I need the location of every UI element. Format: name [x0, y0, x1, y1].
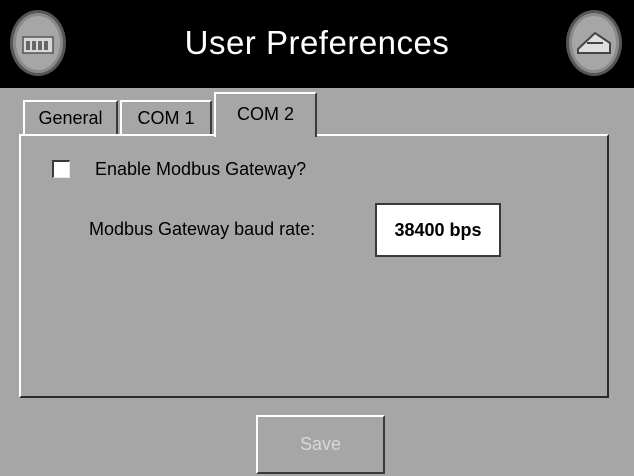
tab-label: General [38, 108, 103, 128]
tab-general[interactable]: General [23, 100, 118, 134]
tab-label: COM 2 [236, 104, 294, 124]
device-button[interactable] [9, 9, 67, 77]
back-button[interactable] [565, 9, 623, 77]
user-preferences-screen: User Preferences General COM 1 COM 2 Ena… [0, 0, 634, 476]
back-icon [566, 10, 622, 76]
device-icon [10, 10, 66, 76]
tab-label: COM 1 [137, 108, 195, 128]
save-button[interactable]: Save [256, 415, 385, 474]
enable-modbus-gateway-checkbox[interactable] [52, 160, 70, 178]
enable-modbus-gateway-label: Enable Modbus Gateway? [95, 159, 307, 179]
tab-com-2[interactable]: COM 2 [214, 92, 317, 137]
tab-com-1[interactable]: COM 1 [120, 100, 212, 134]
com2-settings-panel: Enable Modbus Gateway? Modbus Gateway ba… [19, 134, 609, 398]
baud-rate-label: Modbus Gateway baud rate: [89, 219, 316, 239]
baud-rate-field[interactable]: 38400 bps [375, 203, 501, 257]
title-bar: User Preferences [0, 0, 634, 88]
page-title: User Preferences [184, 24, 450, 61]
